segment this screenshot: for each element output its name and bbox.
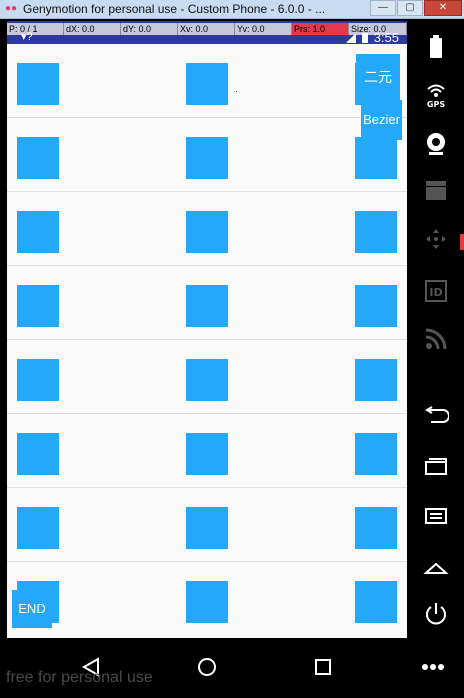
grid-row — [7, 192, 407, 266]
watermark-text: free for personal use — [6, 669, 153, 686]
id-icon[interactable]: ID — [407, 279, 464, 309]
status-icons: 3:55 — [345, 30, 399, 45]
blue-square[interactable] — [355, 285, 397, 327]
back-icon[interactable] — [407, 405, 464, 435]
blue-square[interactable] — [355, 433, 397, 475]
blue-square[interactable] — [186, 63, 228, 105]
signal-icon — [345, 32, 356, 43]
grid-row — [7, 340, 407, 414]
blue-square[interactable] — [355, 137, 397, 179]
blue-square[interactable] — [186, 433, 228, 475]
clock: 3:55 — [373, 30, 399, 45]
square-grid — [7, 44, 407, 636]
touch-dot — [236, 91, 237, 92]
blue-square[interactable] — [17, 137, 59, 179]
pointer-pressure: Prs: 1.0 — [292, 23, 349, 35]
pointer-dx: dX: 0.0 — [64, 23, 121, 35]
emulator-window: ●● Genymotion for personal use - Custom … — [0, 0, 464, 698]
blue-square[interactable] — [355, 211, 397, 253]
erju-button[interactable]: 二元 — [356, 54, 400, 100]
blue-square[interactable] — [186, 507, 228, 549]
window-title: Genymotion for personal use - Custom Pho… — [23, 2, 326, 16]
grid-row — [7, 44, 407, 118]
blue-square[interactable] — [355, 507, 397, 549]
gps-icon[interactable]: GPS — [407, 79, 464, 109]
gps-label: GPS — [426, 100, 444, 109]
end-button[interactable]: END — [12, 590, 52, 628]
toolbar-indicator — [460, 234, 464, 250]
bezier-button[interactable]: Bezier — [361, 100, 402, 140]
more-dots-icon[interactable] — [416, 652, 450, 682]
blue-square[interactable] — [355, 359, 397, 401]
emulator-toolbar: GPS ID — [407, 21, 464, 638]
pointer-xv: Xv: 0.0 — [178, 23, 235, 35]
menu-icon[interactable] — [407, 505, 464, 535]
blue-square[interactable] — [355, 581, 397, 623]
battery-status-icon — [361, 32, 368, 43]
rss-icon[interactable] — [407, 327, 464, 357]
grid-row — [7, 414, 407, 488]
recents-square-icon[interactable] — [306, 652, 340, 682]
wifi-question-icon: ▾? — [21, 31, 33, 43]
battery-icon[interactable] — [407, 35, 464, 65]
dpad-icon[interactable] — [407, 227, 464, 257]
close-icon[interactable]: ✕ — [424, 0, 462, 16]
blue-square[interactable] — [186, 211, 228, 253]
android-status-bar: P: 0 / 1 dX: 0.0 dY: 0.0 Xv: 0.0 Yv: 0.0… — [7, 21, 407, 45]
blue-square[interactable] — [17, 359, 59, 401]
pointer-dy: dY: 0.0 — [121, 23, 178, 35]
blue-square[interactable] — [186, 359, 228, 401]
genymotion-logo-icon: ●● — [4, 3, 18, 14]
minimize-icon[interactable]: — — [370, 0, 396, 16]
blue-square[interactable] — [186, 137, 228, 179]
blue-square[interactable] — [17, 507, 59, 549]
grid-row — [7, 266, 407, 340]
recent-apps-icon[interactable] — [407, 455, 464, 485]
home-icon[interactable] — [407, 555, 464, 585]
blue-square[interactable] — [17, 63, 59, 105]
grid-row — [7, 488, 407, 562]
blue-square[interactable] — [17, 433, 59, 475]
grid-row — [7, 562, 407, 636]
pointer-count: P: 0 / 1 — [7, 23, 64, 35]
blue-square[interactable] — [17, 211, 59, 253]
window-controls: — ▢ ✕ — [369, 0, 462, 16]
power-icon[interactable] — [407, 601, 464, 631]
blue-square[interactable] — [186, 581, 228, 623]
clapperboard-icon[interactable] — [407, 179, 464, 209]
android-nav-bar — [0, 638, 464, 698]
grid-row — [7, 118, 407, 192]
maximize-icon[interactable]: ▢ — [397, 0, 423, 16]
blue-square[interactable] — [186, 285, 228, 327]
home-circle-icon[interactable] — [190, 652, 224, 682]
blue-square[interactable] — [17, 285, 59, 327]
webcam-icon[interactable] — [407, 131, 464, 161]
id-label: ID — [429, 286, 442, 299]
phone-screen[interactable]: P: 0 / 1 dX: 0.0 dY: 0.0 Xv: 0.0 Yv: 0.0… — [7, 21, 407, 638]
title-bar[interactable]: ●● Genymotion for personal use - Custom … — [0, 0, 464, 19]
pointer-yv: Yv: 0.0 — [235, 23, 292, 35]
